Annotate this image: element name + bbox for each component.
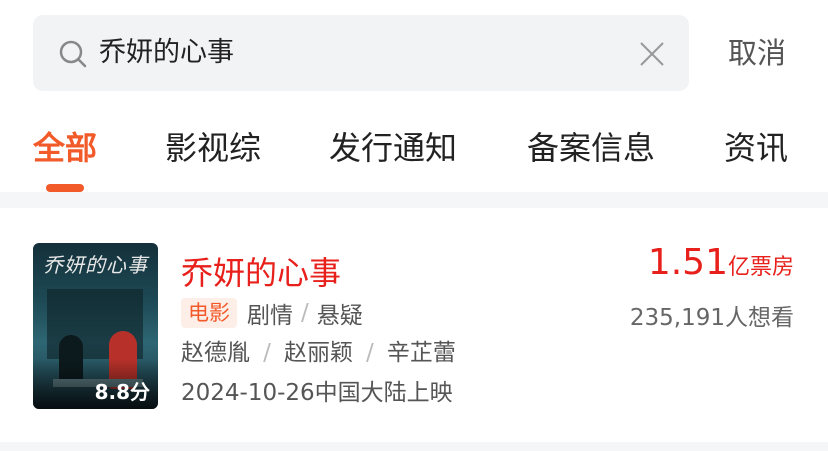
close-icon[interactable] (639, 41, 665, 67)
movie-title[interactable]: 乔妍的心事 (181, 248, 341, 294)
movie-poster[interactable]: 乔妍的心事 8.8分 (33, 243, 158, 409)
result-item[interactable]: 乔妍的心事 8.8分 乔妍的心事 电影 剧情 / 悬疑 赵德胤 / 赵丽颖 / … (0, 208, 828, 442)
separator: / (366, 340, 374, 366)
release-info: 2024-10-26中国大陆上映 (181, 378, 453, 408)
box-office-value: 1.51 (647, 242, 728, 283)
box-office: 1.51亿票房 (648, 242, 794, 283)
genre-label: 剧情 (247, 303, 293, 329)
search-input[interactable]: 乔妍的心事 (99, 15, 234, 91)
rating-score: 8.8分 (94, 380, 150, 404)
active-tab-indicator (46, 184, 84, 192)
cast-row: 赵德胤 / 赵丽颖 / 辛芷蕾 (181, 338, 456, 368)
bottom-divider (0, 442, 828, 451)
type-badge: 电影 (181, 298, 237, 328)
tab-all[interactable]: 全部 (33, 118, 97, 178)
genre-row: 电影 剧情 / 悬疑 (181, 298, 363, 329)
cast-name: 辛芷蕾 (386, 340, 456, 366)
tab-bar: 全部 影视综 发行通知 备案信息 资讯 (0, 118, 828, 192)
box-office-unit: 亿票房 (727, 255, 794, 280)
separator: / (301, 300, 309, 326)
tab-release-notice[interactable]: 发行通知 (329, 118, 457, 178)
cast-name: 赵德胤 (181, 340, 250, 366)
separator: / (263, 340, 271, 366)
tab-filing-info[interactable]: 备案信息 (527, 118, 655, 178)
tab-film-tv-variety[interactable]: 影视综 (165, 118, 261, 178)
cast-name: 赵丽颖 (283, 340, 353, 366)
search-icon (59, 40, 87, 68)
poster-title: 乔妍的心事 (43, 253, 148, 277)
tab-news[interactable]: 资讯 (724, 118, 788, 178)
want-to-see-count: 235,191人想看 (629, 305, 794, 331)
release-date: 2024-10-26中国大陆上映 (181, 380, 453, 406)
section-divider (0, 192, 828, 208)
search-bar[interactable]: 乔妍的心事 (33, 15, 689, 91)
genre-label: 悬疑 (316, 303, 363, 329)
cancel-button[interactable]: 取消 (728, 15, 786, 91)
